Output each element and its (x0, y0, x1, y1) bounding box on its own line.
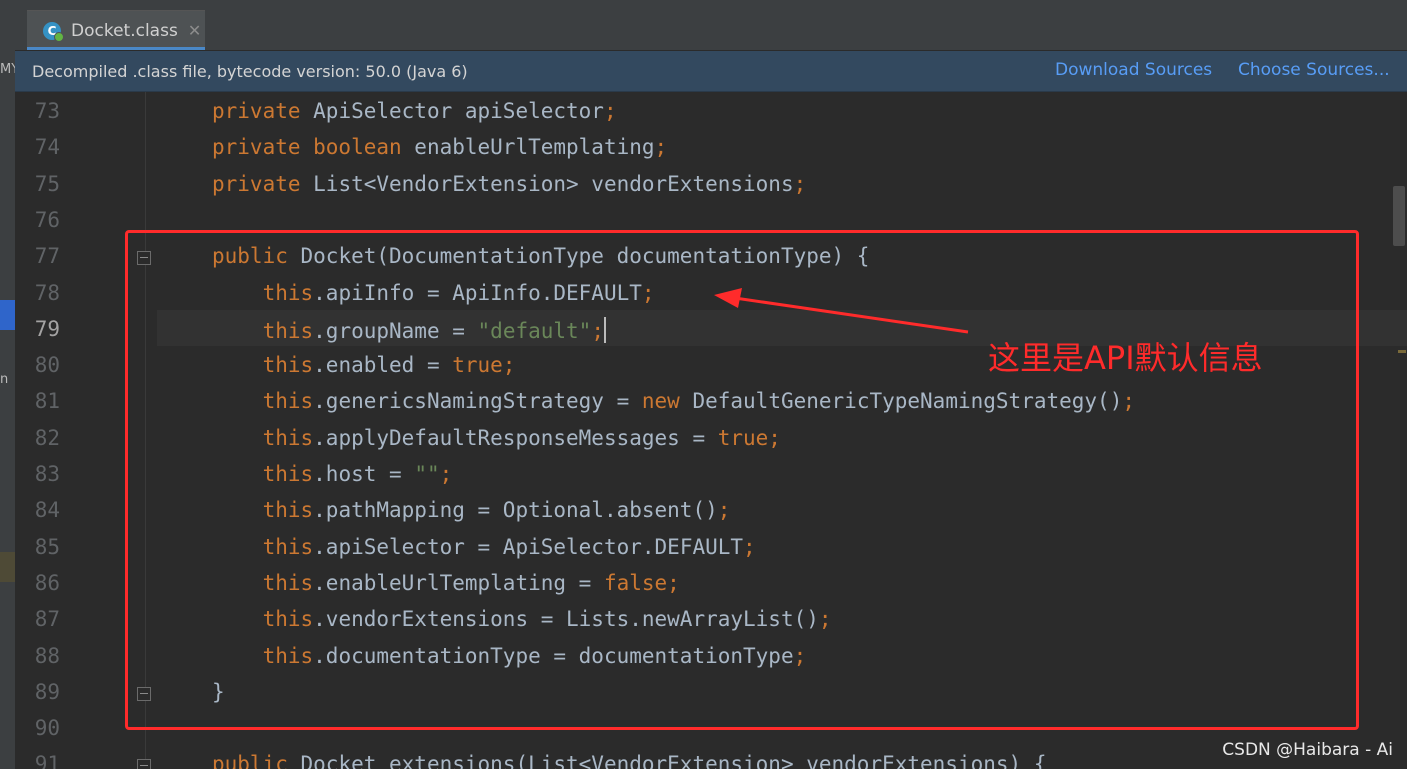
watermark: CSDN @Haibara - Ai (1222, 740, 1393, 760)
annotation-arrow (714, 288, 969, 334)
annotation-label: 这里是API默认信息 (988, 339, 1263, 377)
